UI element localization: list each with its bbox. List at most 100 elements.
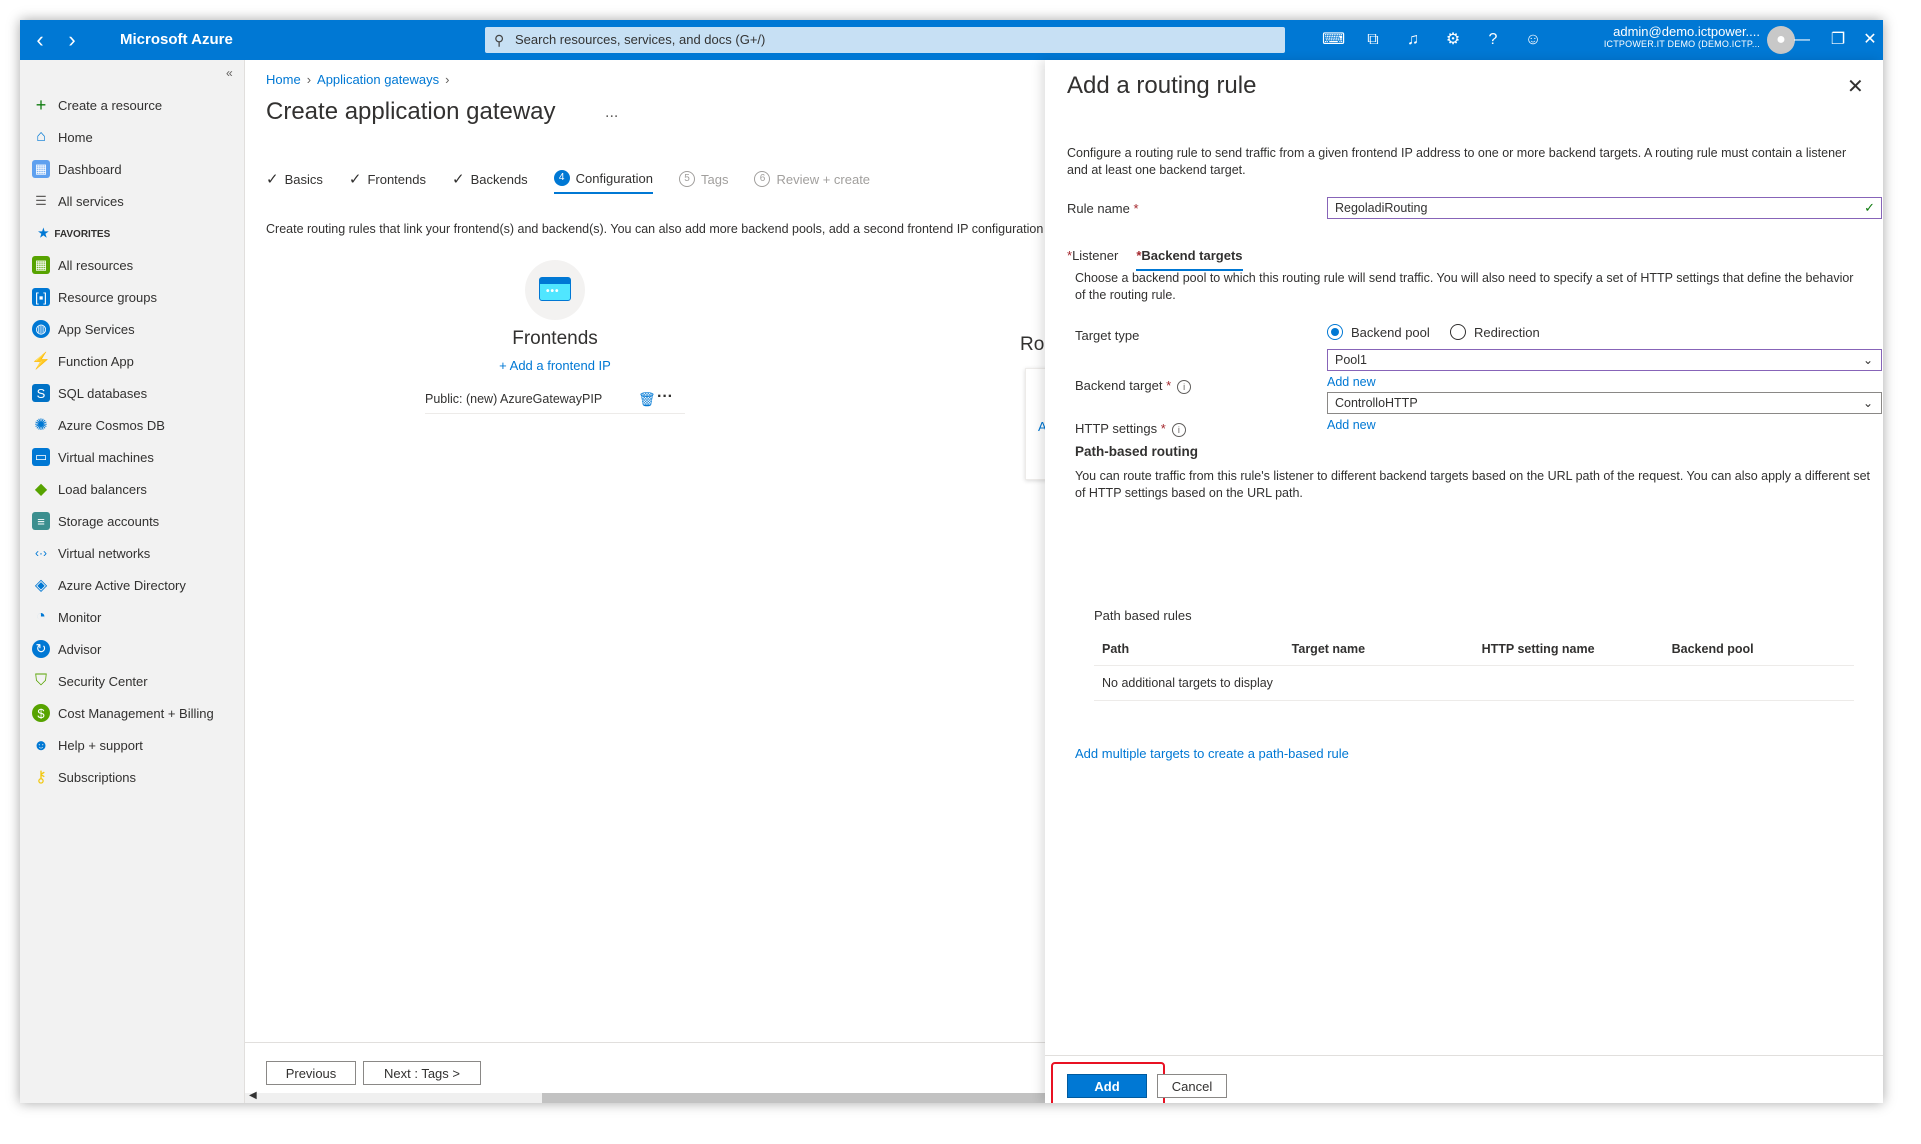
tab-configuration[interactable]: 4 Configuration <box>553 170 653 194</box>
sidebar-item-resource-groups[interactable]: [▪] Resource groups <box>32 286 157 308</box>
close-icon[interactable]: ✕ <box>1847 74 1864 99</box>
sidebar-item-label: Create a resource <box>58 97 163 113</box>
account-user: admin@demo.ictpower.... <box>1613 24 1760 39</box>
sidebar-item-monitor[interactable]: ◔ Monitor <box>32 606 101 628</box>
page-title: Create application gateway <box>266 98 556 125</box>
check-icon: ✓ <box>348 171 362 188</box>
sidebar-item-home[interactable]: ⌂ Home <box>32 126 93 148</box>
search-icon: ⚲ <box>494 32 505 48</box>
sidebar-item-cost-management[interactable]: $ Cost Management + Billing <box>32 702 214 724</box>
globe-icon: ◍ <box>32 320 50 338</box>
feedback-icon[interactable]: ☺ <box>1522 29 1544 51</box>
monitor-icon: ▭ <box>32 448 50 466</box>
sidebar-item-azure-ad[interactable]: ◈ Azure Active Directory <box>32 574 186 596</box>
breadcrumb-home[interactable]: Home <box>266 72 301 87</box>
sidebar-item-storage-accounts[interactable]: ≡ Storage accounts <box>32 510 159 532</box>
sidebar-item-load-balancers[interactable]: ◆ Load balancers <box>32 478 147 500</box>
http-settings-select[interactable]: ControlloHTTP ⌄ <box>1327 392 1882 414</box>
sidebar-item-sql-databases[interactable]: S SQL databases <box>32 382 147 404</box>
sidebar-item-label: Help + support <box>58 737 143 753</box>
wizard-tabs: ✓ Basics ✓ Frontends ✓ Backends 4 Configurat… <box>266 170 896 194</box>
frontends-title: Frontends <box>512 328 598 349</box>
help-icon[interactable]: ? <box>1482 29 1504 51</box>
more-options-icon[interactable]: ··· <box>657 383 673 411</box>
close-window-icon[interactable]: ✕ <box>1858 28 1882 52</box>
search-input[interactable]: ⚲ Search resources, services, and docs (… <box>485 27 1285 53</box>
sidebar-item-help-support[interactable]: ☻ Help + support <box>32 734 143 756</box>
list-icon: ☰ <box>35 193 47 208</box>
next-tags-button[interactable]: Next : Tags > <box>363 1061 481 1085</box>
tab-backends[interactable]: ✓ Backends <box>452 170 528 194</box>
pyramid-icon: ◈ <box>34 577 48 594</box>
key-icon: ⚷ <box>35 769 47 786</box>
plus-icon: + <box>35 94 47 115</box>
sidebar-item-label: Virtual machines <box>58 449 154 465</box>
dashboard-icon: ▦ <box>32 160 50 178</box>
sidebar: « + Create a resource ⌂ Home ▦ Dashboard… <box>20 60 245 1103</box>
scroll-left-icon[interactable]: ◀ <box>249 1090 257 1101</box>
frontend-item[interactable]: Public: (new) AzureGatewayPIP 🗑 ··· <box>425 385 685 414</box>
sidebar-item-cosmos-db[interactable]: ✺ Azure Cosmos DB <box>32 414 165 436</box>
add-multiple-targets-link[interactable]: Add multiple targets to create a path-ba… <box>1075 746 1349 761</box>
tab-label: Review + create <box>776 171 871 187</box>
directory-filter-icon[interactable]: ⧉ <box>1362 29 1384 51</box>
sidebar-item-virtual-machines[interactable]: ▭ Virtual machines <box>32 446 154 468</box>
rule-name-input[interactable]: RegoladiRouting ✓ <box>1327 197 1882 219</box>
breadcrumb: Home › Application gateways › <box>266 72 456 87</box>
tab-listener[interactable]: *Listener <box>1067 248 1118 271</box>
add-frontend-ip-link[interactable]: + Add a frontend IP <box>490 358 620 373</box>
target-type-label: Target type <box>1075 328 1140 343</box>
main-content: Home › Application gateways › Create applic… <box>245 60 1048 1103</box>
account-menu[interactable]: admin@demo.ictpower.... ICTPOWER.IT DEMO… <box>1560 24 1760 49</box>
forward-icon[interactable]: › <box>60 26 84 54</box>
tab-tags[interactable]: 5 Tags <box>679 170 728 194</box>
empty-table-message: No additional targets to display <box>1094 665 1854 701</box>
azure-portal-window: ‹ › Microsoft Azure ⚲ Search resources, … <box>20 20 1883 1103</box>
vnet-icon: ‹·› <box>35 546 47 560</box>
sidebar-item-subscriptions[interactable]: ⚷ Subscriptions <box>32 766 136 788</box>
previous-button[interactable]: Previous <box>266 1061 356 1085</box>
tab-backend-targets[interactable]: *Backend targets <box>1136 248 1243 271</box>
sidebar-item-dashboard[interactable]: ▦ Dashboard <box>32 158 122 180</box>
brand-title[interactable]: Microsoft Azure <box>120 20 233 60</box>
sidebar-item-label: Virtual networks <box>58 545 151 561</box>
sidebar-item-all-services[interactable]: ☰ All services <box>32 190 124 212</box>
sidebar-item-virtual-networks[interactable]: ‹·› Virtual networks <box>32 542 150 564</box>
lightning-icon: ⚡ <box>31 353 51 370</box>
sidebar-item-all-resources[interactable]: ▦ All resources <box>32 254 133 276</box>
sidebar-item-label: Security Center <box>58 673 148 689</box>
sidebar-item-function-app[interactable]: ⚡ Function App <box>31 350 134 372</box>
radio-redirection[interactable]: Redirection <box>1450 324 1540 340</box>
sidebar-item-app-services[interactable]: ◍ App Services <box>32 318 135 340</box>
back-icon[interactable]: ‹ <box>28 26 52 54</box>
radio-backend-pool[interactable]: Backend pool <box>1327 324 1430 340</box>
table-header-row: Path Target name HTTP setting name Backe… <box>1094 633 1854 666</box>
settings-gear-icon[interactable]: ⚙ <box>1442 29 1464 51</box>
collapse-sidebar-icon[interactable]: « <box>226 66 233 80</box>
more-options-icon[interactable]: ... <box>605 104 618 122</box>
sidebar-item-security-center[interactable]: ⛉ Security Center <box>32 670 148 692</box>
sidebar-item-advisor[interactable]: ↻ Advisor <box>32 638 101 660</box>
cancel-button[interactable]: Cancel <box>1157 1074 1227 1098</box>
sidebar-item-create-resource[interactable]: + Create a resource <box>32 94 162 116</box>
restore-icon[interactable]: ❐ <box>1826 28 1850 52</box>
cloud-shell-icon[interactable]: ⌨ <box>1322 29 1345 51</box>
tab-frontends[interactable]: ✓ Frontends <box>349 170 426 194</box>
configuration-description: Create routing rules that link your fron… <box>266 222 1046 236</box>
add-new-backend-link[interactable]: Add new <box>1327 375 1376 389</box>
check-icon: ✓ <box>266 171 279 188</box>
step-number: 4 <box>553 170 570 186</box>
horizontal-scrollbar[interactable]: ◀ <box>245 1090 1045 1103</box>
scrollbar-thumb[interactable] <box>542 1093 1045 1103</box>
info-icon: i <box>1177 379 1192 394</box>
tab-review-create[interactable]: 6 Review + create <box>754 170 870 194</box>
backend-target-select[interactable]: Pool1 ⌄ <box>1327 349 1882 371</box>
breadcrumb-application-gateways[interactable]: Application gateways <box>317 72 439 87</box>
add-button[interactable]: Add <box>1067 1074 1147 1098</box>
column-header-path: Path <box>1094 633 1284 666</box>
notifications-icon[interactable]: ♫ <box>1402 29 1424 51</box>
add-new-http-settings-link[interactable]: Add new <box>1327 418 1376 432</box>
minimize-icon[interactable]: — <box>1790 28 1814 52</box>
trash-icon[interactable]: 🗑 <box>638 385 656 413</box>
tab-basics[interactable]: ✓ Basics <box>266 170 323 194</box>
